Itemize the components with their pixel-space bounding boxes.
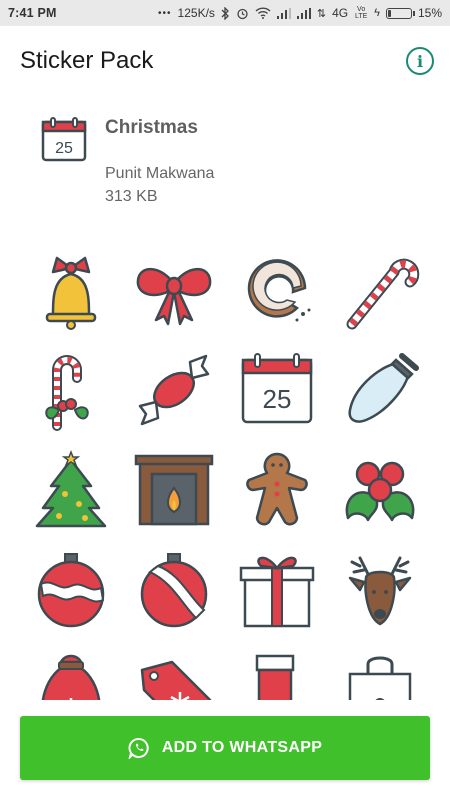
pack-info: Christmas Punit Makwana 313 KB bbox=[105, 116, 214, 224]
sticker-gingerbread-man[interactable] bbox=[226, 440, 328, 540]
charging-icon: ϟ bbox=[374, 7, 380, 19]
network-type: 4G bbox=[332, 6, 349, 20]
sticker-holly-berries[interactable] bbox=[329, 440, 430, 540]
calendar-sticker-day: 25 bbox=[263, 384, 292, 414]
candy-cane-holly-icon bbox=[45, 355, 89, 431]
fireplace-icon bbox=[134, 454, 214, 526]
ornament-icon bbox=[37, 553, 105, 628]
sticker-shopping-bag[interactable] bbox=[329, 640, 430, 705]
sticker-fireplace[interactable] bbox=[123, 440, 225, 540]
sticker-candy-cane-holly[interactable] bbox=[20, 340, 122, 440]
sticker-ornament-stripe[interactable] bbox=[123, 540, 225, 640]
pack-header: 25 Christmas Punit Makwana 313 KB bbox=[0, 96, 450, 224]
gift-box-icon bbox=[239, 556, 315, 628]
reindeer-icon bbox=[348, 556, 412, 626]
volte-label: Vo LTE bbox=[354, 6, 368, 20]
page-title: Sticker Pack bbox=[20, 47, 154, 74]
sticker-bow[interactable] bbox=[123, 240, 225, 340]
gingerbread-man-icon bbox=[246, 452, 308, 526]
battery-percent: 15% bbox=[417, 6, 442, 20]
holly-berries-icon bbox=[345, 461, 415, 522]
tray-calendar-icon: 25 bbox=[41, 117, 87, 162]
status-bar: 7:41 PM ••• 125K/s ⇅ 4G Vo LTE ϟ 15% bbox=[0, 0, 450, 26]
sticker-christmas-tree[interactable] bbox=[20, 440, 122, 540]
sticker-reindeer[interactable] bbox=[329, 540, 430, 640]
ornament-stripe-icon bbox=[140, 553, 208, 628]
calendar-25-icon: 25 bbox=[241, 353, 313, 424]
shopping-bag-icon bbox=[348, 656, 412, 705]
signal-icon-2 bbox=[296, 7, 311, 19]
status-time: 7:41 PM bbox=[8, 6, 57, 20]
light-bulb-icon bbox=[348, 353, 419, 423]
sticker-ornament[interactable] bbox=[20, 540, 122, 640]
pack-size: 313 KB bbox=[105, 188, 158, 205]
signal-icon bbox=[276, 7, 291, 19]
data-arrows-icon: ⇅ bbox=[316, 7, 327, 20]
net-speed: 125K/s bbox=[177, 6, 215, 20]
wifi-icon bbox=[255, 7, 271, 19]
sticker-gift-box[interactable] bbox=[226, 540, 328, 640]
alarm-icon bbox=[237, 8, 248, 19]
tray-day: 25 bbox=[55, 140, 73, 157]
sticker-candy-cane[interactable] bbox=[329, 240, 430, 340]
add-to-whatsapp-label: ADD TO WHATSAPP bbox=[161, 739, 323, 756]
status-icons: ••• 125K/s ⇅ 4G Vo LTE ϟ 15% bbox=[158, 6, 442, 20]
sticker-wrapped-candy[interactable] bbox=[123, 340, 225, 440]
whatsapp-icon bbox=[128, 738, 149, 759]
sticker-stocking[interactable] bbox=[226, 640, 328, 705]
sticker-santa-sack[interactable] bbox=[20, 640, 122, 705]
wrapped-candy-icon bbox=[138, 354, 210, 426]
bell-icon bbox=[45, 256, 97, 330]
christmas-tree-icon bbox=[35, 449, 107, 528]
santa-sack-icon bbox=[41, 654, 101, 705]
pack-author: Punit Makwana bbox=[105, 165, 215, 182]
sticker-bell[interactable] bbox=[20, 240, 122, 340]
donut-icon bbox=[247, 259, 311, 322]
battery-icon bbox=[385, 7, 415, 19]
gift-tag-icon bbox=[140, 660, 212, 705]
dots-icon: ••• bbox=[158, 7, 172, 19]
stocking-icon bbox=[255, 654, 295, 705]
sticker-donut[interactable] bbox=[226, 240, 328, 340]
sticker-gift-tag[interactable] bbox=[123, 640, 225, 705]
info-icon[interactable]: i bbox=[406, 47, 434, 75]
sticker-light-bulb[interactable] bbox=[329, 340, 430, 440]
sticker-calendar[interactable]: 25 bbox=[226, 340, 328, 440]
app-bar: Sticker Pack i bbox=[0, 26, 450, 96]
bow-icon bbox=[136, 268, 212, 326]
sticker-grid: 25 bbox=[20, 240, 430, 705]
candy-cane-icon bbox=[346, 258, 420, 330]
bluetooth-icon bbox=[221, 6, 229, 20]
pack-name: Christmas bbox=[105, 117, 198, 138]
bottom-bar: ADD TO WHATSAPP bbox=[0, 700, 450, 800]
add-to-whatsapp-button[interactable]: ADD TO WHATSAPP bbox=[20, 716, 430, 780]
